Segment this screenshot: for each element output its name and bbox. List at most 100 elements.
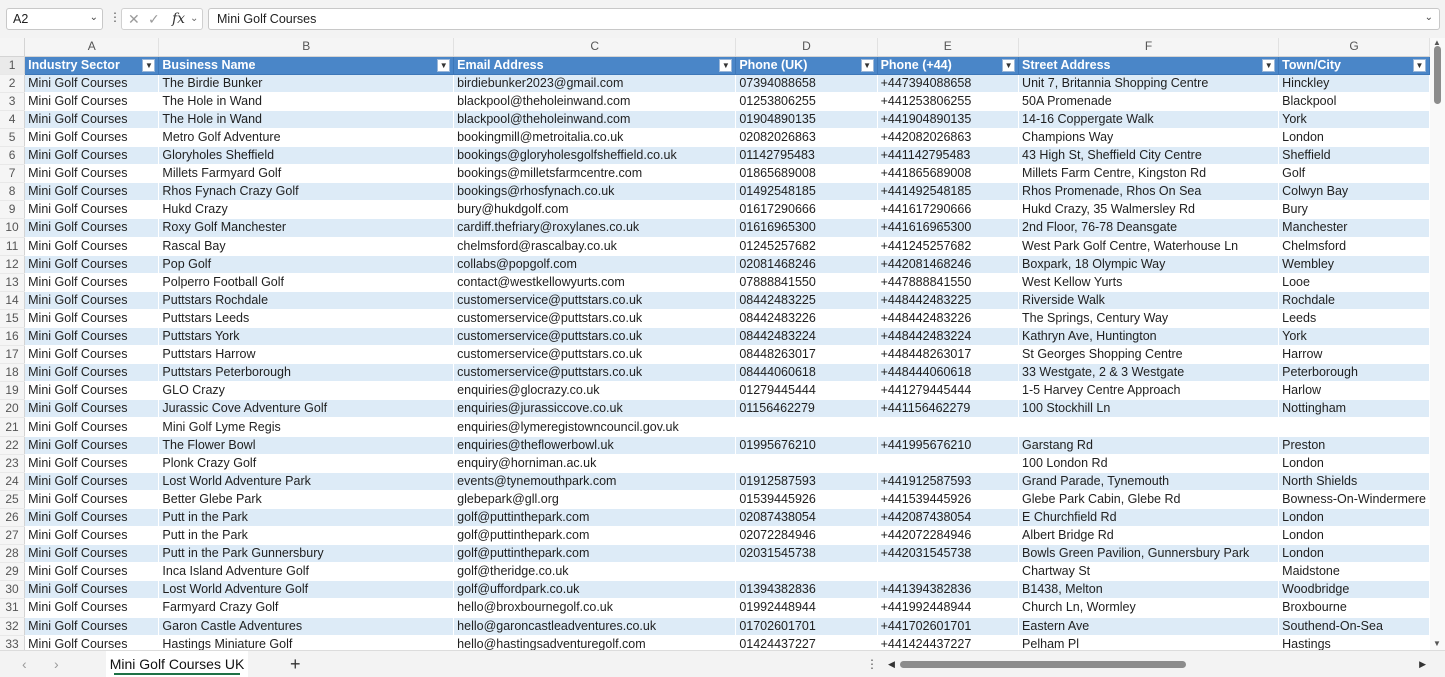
table-cell[interactable]: Mini Golf Courses: [24, 327, 160, 347]
row-number[interactable]: 12: [0, 255, 26, 274]
row-number[interactable]: 20: [0, 399, 26, 419]
row-number[interactable]: 33: [0, 635, 26, 650]
table-cell[interactable]: E Churchfield Rd: [1018, 508, 1280, 528]
table-cell[interactable]: Chelmsford: [1278, 237, 1430, 256]
vertical-scroll-thumb[interactable]: [1434, 46, 1441, 104]
sheet-tab-active[interactable]: Mini Golf Courses UK: [106, 651, 248, 677]
table-cell[interactable]: 01245257682: [735, 237, 878, 256]
row-number[interactable]: 15: [0, 309, 26, 329]
table-cell[interactable]: 08448263017: [735, 345, 878, 365]
table-cell[interactable]: 50A Promenade: [1018, 92, 1280, 111]
table-cell[interactable]: +448442483226: [877, 309, 1020, 329]
table-cell[interactable]: blackpool@theholeinwand.com: [453, 110, 737, 129]
table-cell[interactable]: Mini Golf Courses: [24, 399, 160, 419]
filter-dropdown-icon[interactable]: ▼: [860, 58, 874, 72]
table-cell[interactable]: The Springs, Century Way: [1018, 309, 1280, 329]
table-cell[interactable]: hello@garoncastleadventures.co.uk: [453, 617, 737, 636]
table-cell[interactable]: 02082026863: [735, 128, 878, 148]
row-number[interactable]: 2: [0, 74, 26, 93]
header-cell[interactable]: Town/City ▼: [1278, 55, 1430, 75]
table-cell[interactable]: 01142795483: [735, 146, 878, 166]
header-cell[interactable]: Business Name ▼: [158, 55, 455, 75]
table-cell[interactable]: Leeds: [1278, 309, 1430, 329]
table-cell[interactable]: Maidstone: [1278, 562, 1430, 582]
table-cell[interactable]: bookings@rhosfynach.co.uk: [453, 182, 737, 202]
table-cell[interactable]: Mini Golf Courses: [24, 237, 160, 256]
table-cell[interactable]: +448442483224: [877, 327, 1020, 347]
table-cell[interactable]: Mini Golf Courses: [24, 562, 160, 582]
table-cell[interactable]: Mini Golf Courses: [24, 490, 160, 509]
table-cell[interactable]: Rhos Fynach Crazy Golf: [158, 182, 455, 202]
table-cell[interactable]: 01702601701: [735, 617, 878, 636]
table-cell[interactable]: Peterborough: [1278, 363, 1430, 383]
table-cell[interactable]: events@tynemouthpark.com: [453, 472, 737, 491]
table-cell[interactable]: Mini Golf Courses: [24, 580, 160, 600]
row-number[interactable]: 30: [0, 580, 26, 600]
table-cell[interactable]: West Kellow Yurts: [1018, 273, 1280, 292]
table-cell[interactable]: Puttstars Rochdale: [158, 291, 455, 310]
row-number[interactable]: 31: [0, 598, 26, 618]
table-cell[interactable]: Rochdale: [1278, 291, 1430, 310]
table-cell[interactable]: Kathryn Ave, Huntington: [1018, 327, 1280, 347]
table-cell[interactable]: Pelham Pl: [1018, 635, 1280, 650]
filter-dropdown-icon[interactable]: ▼: [719, 58, 733, 72]
table-cell[interactable]: Plonk Crazy Golf: [158, 454, 455, 473]
table-cell[interactable]: Mini Golf Courses: [24, 128, 160, 148]
table-cell[interactable]: 01904890135: [735, 110, 878, 129]
formula-input[interactable]: Mini Golf Courses ⌄: [208, 8, 1440, 30]
table-cell[interactable]: 100 Stockhill Ln: [1018, 399, 1280, 419]
table-cell[interactable]: [735, 454, 878, 473]
header-cell[interactable]: Industry Sector ▼: [24, 55, 160, 75]
row-number[interactable]: 28: [0, 544, 26, 564]
table-cell[interactable]: York: [1278, 110, 1430, 129]
table-cell[interactable]: North Shields: [1278, 472, 1430, 491]
select-all-corner[interactable]: [0, 38, 26, 57]
table-cell[interactable]: Mini Golf Courses: [24, 544, 160, 564]
table-cell[interactable]: St Georges Shopping Centre: [1018, 345, 1280, 365]
table-cell[interactable]: Church Ln, Wormley: [1018, 598, 1280, 618]
row-number[interactable]: 17: [0, 345, 26, 365]
table-cell[interactable]: 08442483224: [735, 327, 878, 347]
table-cell[interactable]: Mini Golf Lyme Regis: [158, 417, 455, 437]
table-cell[interactable]: enquiries@glocrazy.co.uk: [453, 381, 737, 401]
table-cell[interactable]: Mini Golf Courses: [24, 508, 160, 528]
horizontal-scrollbar[interactable]: ◀ ▶: [886, 659, 1426, 669]
row-number[interactable]: 6: [0, 146, 26, 166]
table-cell[interactable]: [1278, 417, 1430, 437]
table-cell[interactable]: +441992448944: [877, 598, 1020, 618]
row-number[interactable]: 24: [0, 472, 26, 491]
table-cell[interactable]: contact@westkellowyurts.com: [453, 273, 737, 292]
table-cell[interactable]: +442082026863: [877, 128, 1020, 148]
table-cell[interactable]: Putt in the Park: [158, 526, 455, 546]
table-cell[interactable]: golf@puttinthepark.com: [453, 508, 737, 528]
table-cell[interactable]: 02087438054: [735, 508, 878, 528]
table-cell[interactable]: Mini Golf Courses: [24, 92, 160, 111]
row-number[interactable]: 8: [0, 182, 26, 202]
table-cell[interactable]: Looe: [1278, 273, 1430, 292]
formula-bar-more-icon[interactable]: ⋮: [109, 10, 121, 24]
table-cell[interactable]: Polperro Football Golf: [158, 273, 455, 292]
table-cell[interactable]: 07394088658: [735, 74, 878, 93]
table-cell[interactable]: 01492548185: [735, 182, 878, 202]
table-cell[interactable]: Metro Golf Adventure: [158, 128, 455, 148]
row-number[interactable]: 3: [0, 92, 26, 111]
table-cell[interactable]: bookings@milletsfarmcentre.com: [453, 164, 737, 184]
table-cell[interactable]: +441616965300: [877, 218, 1020, 238]
table-cell[interactable]: London: [1278, 526, 1430, 546]
table-cell[interactable]: [877, 417, 1020, 437]
row-number[interactable]: 11: [0, 237, 26, 256]
table-cell[interactable]: Mini Golf Courses: [24, 182, 160, 202]
table-cell[interactable]: +442072284946: [877, 526, 1020, 546]
table-cell[interactable]: Puttstars Peterborough: [158, 363, 455, 383]
table-cell[interactable]: bookingmill@metroitalia.co.uk: [453, 128, 737, 148]
formula-expand-icon[interactable]: ⌄: [1425, 12, 1433, 23]
filter-dropdown-icon[interactable]: ▼: [142, 58, 156, 72]
table-cell[interactable]: Mini Golf Courses: [24, 598, 160, 618]
header-cell[interactable]: Street Address ▼: [1018, 55, 1280, 75]
table-cell[interactable]: +441539445926: [877, 490, 1020, 509]
row-number[interactable]: 10: [0, 218, 26, 238]
table-cell[interactable]: 01912587593: [735, 472, 878, 491]
table-cell[interactable]: The Hole in Wand: [158, 92, 455, 111]
table-cell[interactable]: Puttstars York: [158, 327, 455, 347]
next-sheet-icon[interactable]: ›: [54, 656, 59, 672]
